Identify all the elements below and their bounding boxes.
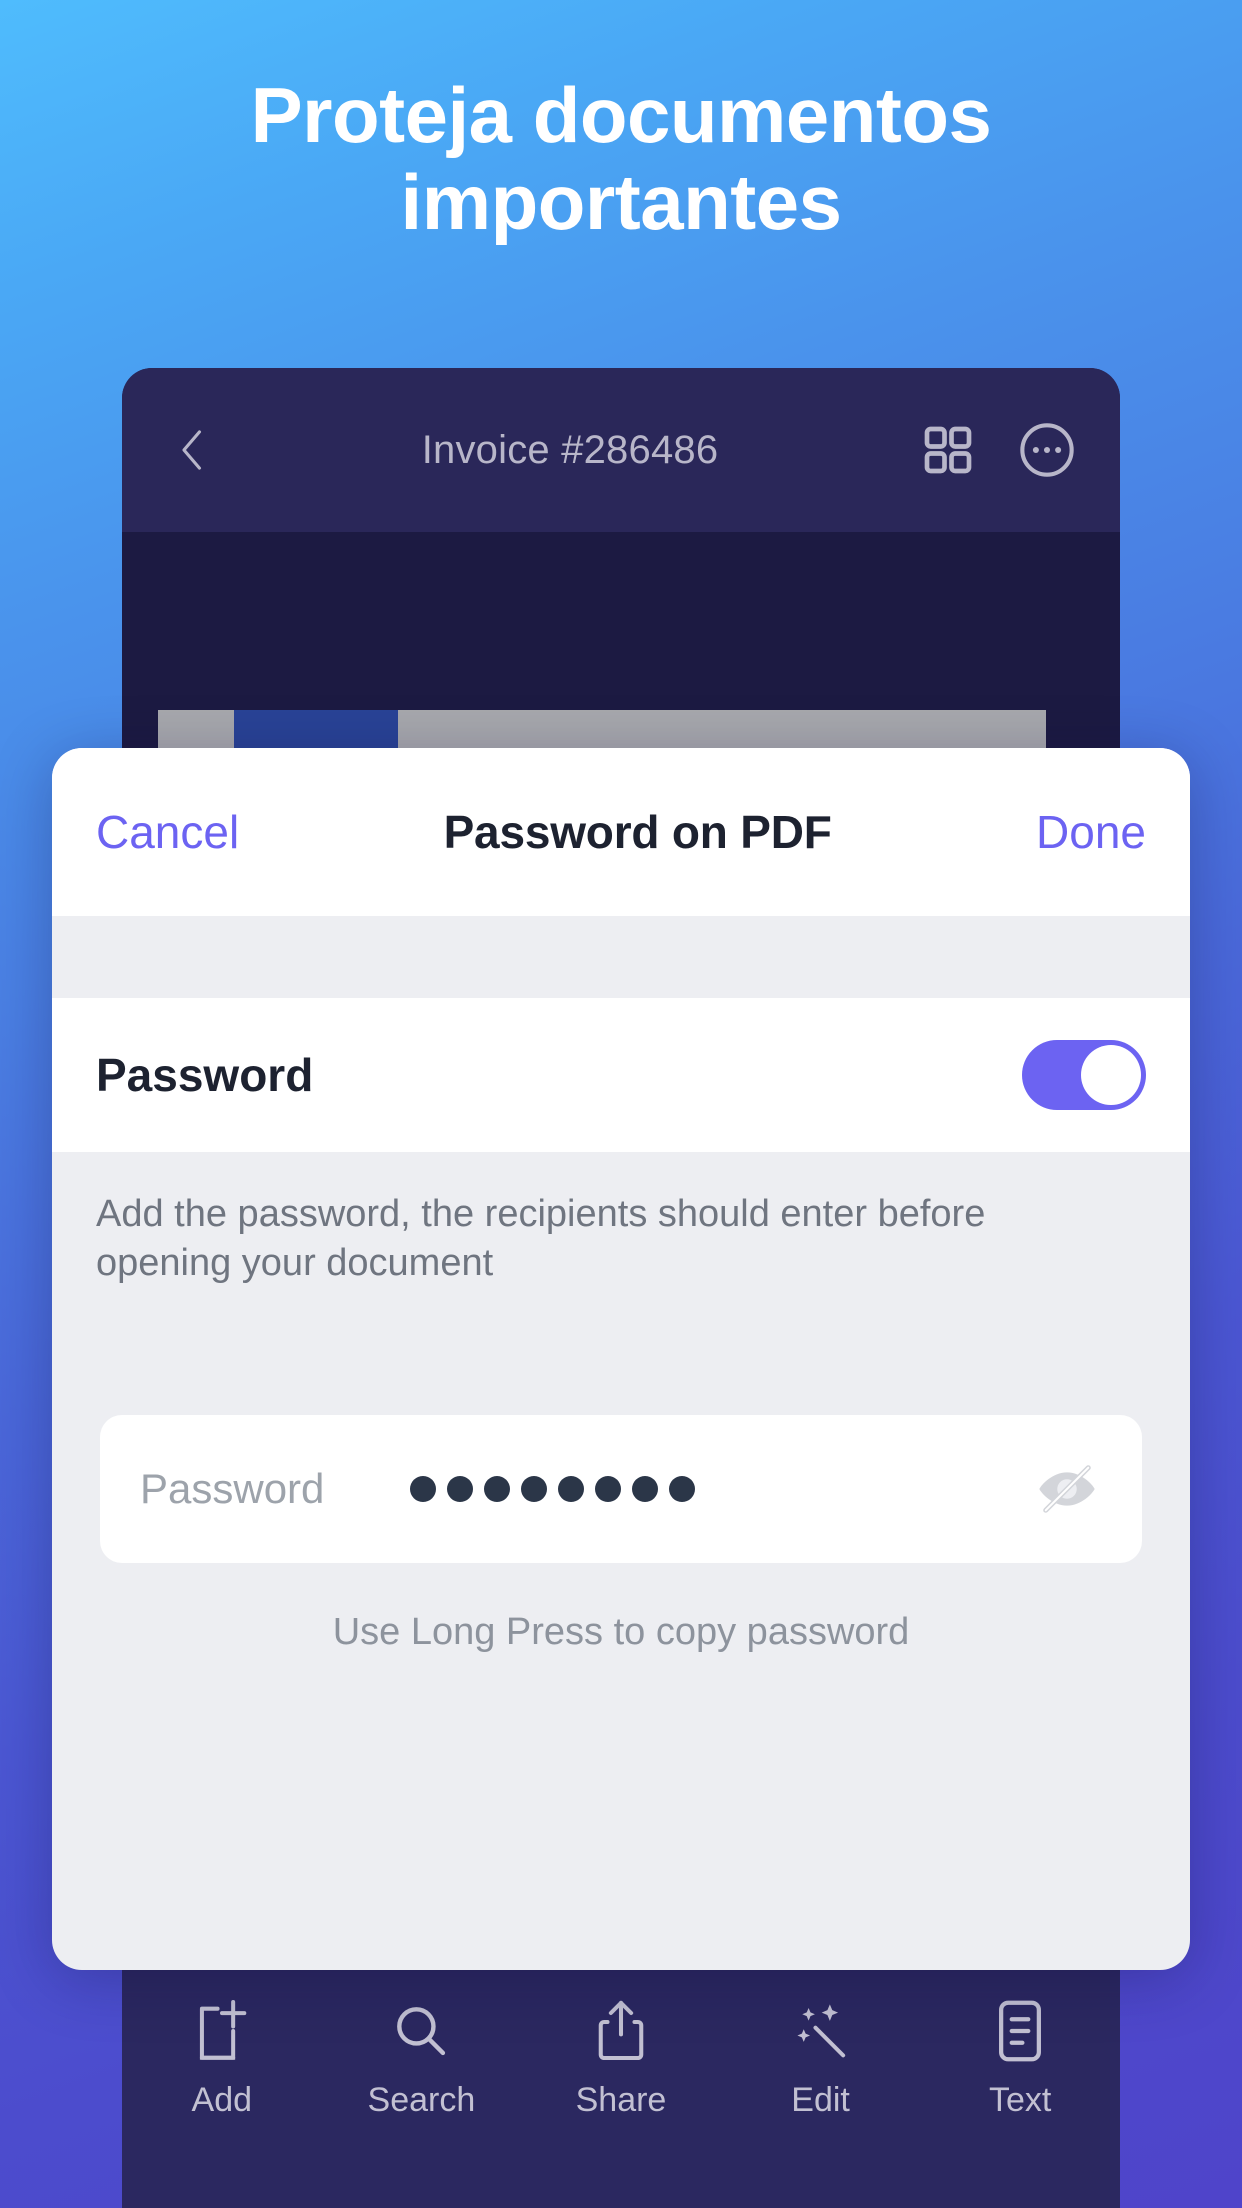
password-dot [410, 1476, 436, 1503]
more-options-button[interactable] [1018, 421, 1076, 479]
done-button[interactable]: Done [1036, 805, 1146, 859]
toolbar-label: Search [367, 2081, 476, 2119]
toolbar-label: Text [988, 2081, 1052, 2119]
chevron-left-icon [182, 430, 202, 470]
add-page-icon [193, 1997, 251, 2065]
eye-slash-icon [1039, 1465, 1095, 1514]
password-toggle[interactable] [1022, 1040, 1146, 1110]
toolbar-item-text[interactable]: Text [935, 1997, 1105, 2120]
password-masked-value [410, 1476, 1032, 1503]
modal-header: Cancel Password on PDF Done [52, 748, 1190, 916]
share-icon [594, 1997, 648, 2065]
toolbar-item-add[interactable]: Add [137, 1997, 307, 2120]
promo-screenshot: Proteja documentos importantes Invoice #… [0, 0, 1242, 2208]
password-field-label: Password [140, 1465, 325, 1513]
toolbar-label: Add [191, 2081, 253, 2119]
grid-view-button[interactable] [920, 422, 976, 478]
cancel-button[interactable]: Cancel [96, 805, 239, 859]
password-dot [558, 1476, 584, 1503]
toolbar-item-share[interactable]: Share [536, 1997, 706, 2120]
page-title: Proteja documentos importantes [250, 71, 992, 247]
text-document-icon [994, 1997, 1046, 2065]
toolbar-item-search[interactable]: Search [336, 1997, 506, 2120]
toggle-knob [1081, 1045, 1141, 1105]
modal-spacer [52, 916, 1190, 998]
password-dot [632, 1476, 658, 1503]
bottom-toolbar: Add Search Share Edit Text [122, 1960, 1120, 2208]
toolbar-label: Edit [791, 2081, 850, 2119]
document-topbar: Invoice #286486 [122, 368, 1120, 532]
search-icon [391, 1997, 451, 2065]
grid-view-icon [924, 426, 972, 474]
password-dot [447, 1476, 473, 1503]
password-hint-text: Use Long Press to copy password [332, 1611, 910, 1654]
password-row-label: Password [96, 1049, 314, 1101]
password-input-field[interactable]: Password [100, 1415, 1142, 1564]
more-options-icon [1020, 423, 1074, 477]
password-modal: Cancel Password on PDF Done Password Add… [52, 748, 1190, 1970]
password-helper-text: Add the password, the recipients should … [96, 1193, 986, 1284]
password-dot [521, 1476, 547, 1503]
password-dot [595, 1476, 621, 1503]
magic-wand-icon [790, 1997, 852, 2065]
toggle-password-visibility-button[interactable] [1032, 1454, 1102, 1524]
document-title: Invoice #286486 [421, 427, 719, 472]
toolbar-item-edit[interactable]: Edit [736, 1997, 906, 2120]
password-dot [669, 1476, 695, 1503]
password-toggle-row[interactable]: Password [52, 998, 1190, 1152]
password-dot [484, 1476, 510, 1503]
back-button[interactable] [166, 423, 220, 477]
toolbar-label: Share [575, 2081, 667, 2119]
modal-title: Password on PDF [443, 806, 832, 858]
